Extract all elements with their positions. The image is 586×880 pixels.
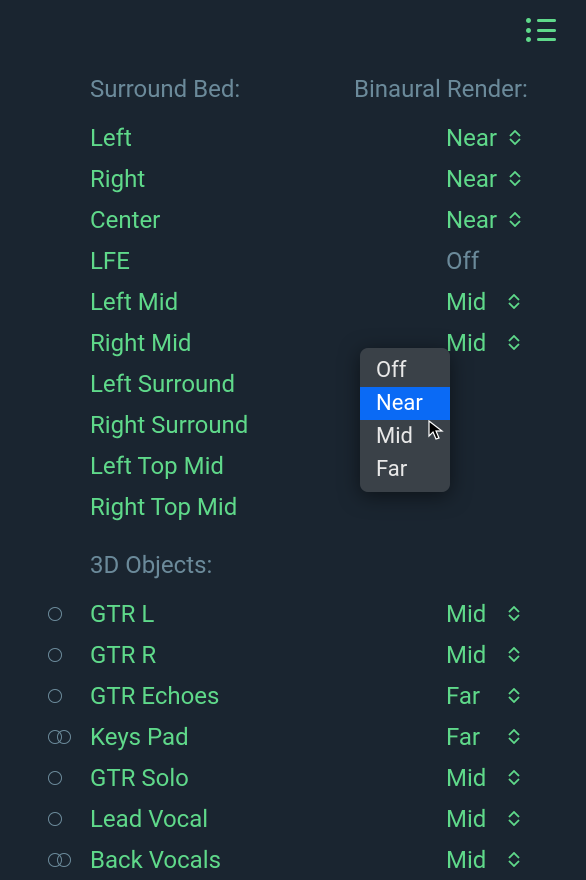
mono-ring-icon (48, 648, 62, 662)
render-value-cell[interactable]: Near (446, 206, 546, 234)
mono-ring-icon (48, 812, 62, 826)
mono-ring-icon (48, 689, 62, 703)
object-row: Keys Pad Far (48, 716, 546, 757)
object-name: GTR R (90, 641, 446, 669)
dropdown-option[interactable]: Mid (360, 420, 450, 453)
stereo-rings-icon (48, 730, 71, 744)
channel-name: Right Top Mid (90, 493, 446, 521)
channel-name: Right (90, 165, 446, 193)
object-name: GTR Solo (90, 764, 446, 792)
surround-row: Left Surround (48, 363, 546, 404)
render-value-cell[interactable]: Far (446, 723, 546, 751)
object-row: GTR R Mid (48, 634, 546, 675)
object-row: GTR Solo Mid (48, 757, 546, 798)
render-value-cell[interactable]: Mid (446, 846, 546, 874)
object-row: GTR Echoes Far (48, 675, 546, 716)
render-value: Mid (446, 641, 496, 669)
binaural-render-header: Binaural Render: (354, 75, 528, 103)
render-value-cell[interactable]: Off (446, 247, 546, 275)
render-value: Near (446, 206, 497, 234)
channel-name: LFE (90, 247, 446, 275)
surround-row: Left Top Mid (48, 445, 546, 486)
render-panel: Surround Bed: Binaural Render: Left Near… (0, 75, 586, 880)
render-value: Mid (446, 329, 496, 357)
updown-chevron-icon[interactable] (508, 335, 520, 350)
object-row: GTR L Mid (48, 593, 546, 634)
render-value: Far (446, 682, 496, 710)
object-name: Keys Pad (90, 723, 446, 751)
updown-chevron-icon[interactable] (508, 688, 520, 703)
render-value-cell[interactable]: Mid (446, 764, 546, 792)
updown-chevron-icon[interactable] (508, 852, 520, 867)
row-icon-slot (48, 648, 90, 662)
stereo-rings-icon (48, 853, 71, 867)
object-row: Back Vocals Mid (48, 839, 546, 880)
object-name: GTR Echoes (90, 682, 446, 710)
updown-chevron-icon[interactable] (508, 729, 520, 744)
channel-name: Left (90, 124, 446, 152)
row-icon-slot (48, 730, 90, 744)
surround-row: Left Near (48, 117, 546, 158)
dropdown-option[interactable]: Off (360, 354, 450, 387)
mono-ring-icon (48, 607, 62, 621)
render-value: Mid (446, 764, 496, 792)
surround-row: Right Surround (48, 404, 546, 445)
surround-bed-header: Surround Bed: (48, 75, 354, 103)
render-value: Off (446, 247, 496, 275)
surround-row: Right Mid Mid (48, 322, 546, 363)
row-icon-slot (48, 689, 90, 703)
render-value-cell[interactable]: Mid (446, 805, 546, 833)
object-row: Lead Vocal Mid (48, 798, 546, 839)
render-value-cell[interactable]: Mid (446, 600, 546, 628)
row-icon-slot (48, 812, 90, 826)
list-menu-icon[interactable] (526, 18, 556, 42)
surround-row: Center Near (48, 199, 546, 240)
object-name: GTR L (90, 600, 446, 628)
render-value-cell[interactable]: Near (446, 124, 546, 152)
channel-name: Center (90, 206, 446, 234)
render-value-cell[interactable]: Far (446, 682, 546, 710)
render-value: Near (446, 124, 497, 152)
render-value-cell[interactable]: Near (446, 165, 546, 193)
surround-row: Left Mid Mid (48, 281, 546, 322)
object-name: Lead Vocal (90, 805, 446, 833)
row-icon-slot (48, 771, 90, 785)
surround-row: Right Near (48, 158, 546, 199)
updown-chevron-icon[interactable] (509, 130, 521, 145)
channel-name: Left Mid (90, 288, 446, 316)
render-value: Mid (446, 805, 496, 833)
render-value-cell[interactable]: Mid (446, 288, 546, 316)
render-value: Far (446, 723, 496, 751)
object-name: Back Vocals (90, 846, 446, 874)
dropdown-option[interactable]: Near (360, 387, 450, 420)
surround-row: Right Top Mid (48, 486, 546, 527)
updown-chevron-icon[interactable] (508, 770, 520, 785)
updown-chevron-icon[interactable] (509, 171, 521, 186)
updown-chevron-icon[interactable] (508, 294, 520, 309)
mono-ring-icon (48, 771, 62, 785)
row-icon-slot (48, 853, 90, 867)
render-dropdown-popup: OffNearMidFar (360, 348, 450, 492)
row-icon-slot (48, 607, 90, 621)
updown-chevron-icon[interactable] (509, 212, 521, 227)
render-value-cell[interactable]: Mid (446, 329, 546, 357)
column-headers: Surround Bed: Binaural Render: (48, 75, 546, 103)
render-value: Near (446, 165, 497, 193)
render-value-cell[interactable]: Mid (446, 641, 546, 669)
render-value: Mid (446, 846, 496, 874)
render-value: Mid (446, 288, 496, 316)
updown-chevron-icon[interactable] (508, 647, 520, 662)
render-value: Mid (446, 600, 496, 628)
updown-chevron-icon[interactable] (508, 606, 520, 621)
dropdown-option[interactable]: Far (360, 453, 450, 486)
updown-chevron-icon[interactable] (508, 811, 520, 826)
3d-objects-header: 3D Objects: (48, 551, 546, 579)
surround-row: LFE Off (48, 240, 546, 281)
